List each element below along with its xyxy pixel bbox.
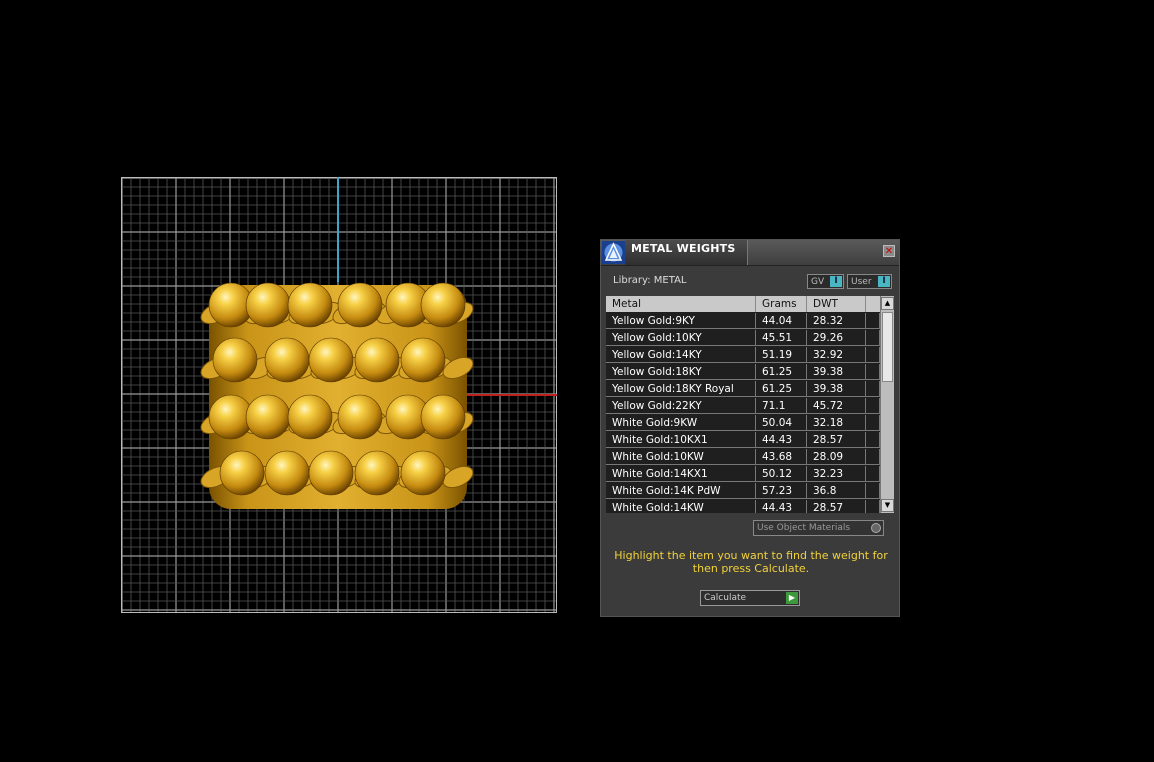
cell-spacer [866, 415, 880, 431]
table-row[interactable]: White Gold:14KX1 50.12 32.23 [606, 466, 880, 482]
cell-dwt: 32.92 [807, 347, 866, 363]
instructions-text: Highlight the item you want to find the … [614, 549, 888, 575]
cell-spacer [866, 364, 880, 380]
cell-dwt: 32.23 [807, 466, 866, 482]
cell-grams: 50.12 [756, 466, 807, 482]
cell-metal: White Gold:9KW [606, 415, 756, 431]
cell-dwt: 28.09 [807, 449, 866, 465]
cell-spacer [866, 449, 880, 465]
column-header-dwt[interactable]: DWT [807, 296, 866, 312]
table-row[interactable]: White Gold:14K PdW 57.23 36.8 [606, 483, 880, 499]
cell-grams: 61.25 [756, 381, 807, 397]
table-row[interactable]: White Gold:14KW 44.43 28.57 [606, 500, 880, 513]
cell-spacer [866, 347, 880, 363]
viewport-canvas[interactable] [121, 177, 557, 613]
play-arrow-icon: ▶ [786, 592, 798, 604]
calculate-label: Calculate [704, 593, 747, 603]
cell-spacer [866, 432, 880, 448]
cell-spacer [866, 500, 880, 513]
gv-label: GV [811, 277, 825, 287]
table-row[interactable]: White Gold:9KW 50.04 32.18 [606, 415, 880, 431]
table-row[interactable]: Yellow Gold:22KY 71.1 45.72 [606, 398, 880, 414]
library-label: Library: METAL [613, 275, 687, 286]
cell-metal: Yellow Gold:18KY Royal [606, 381, 756, 397]
cell-dwt: 28.57 [807, 500, 866, 513]
cell-spacer [866, 483, 880, 499]
gv-toggle[interactable]: GV I [807, 274, 844, 289]
cell-grams: 61.25 [756, 364, 807, 380]
cell-metal: Yellow Gold:10KY [606, 330, 756, 346]
cell-metal: White Gold:10KW [606, 449, 756, 465]
cell-dwt: 39.38 [807, 364, 866, 380]
table-scrollbar[interactable]: ▲ ▼ [880, 296, 894, 513]
cell-dwt: 45.72 [807, 398, 866, 414]
gv-toggle-indicator-icon: I [830, 276, 842, 287]
panel-titlebar[interactable]: METAL WEIGHTS ✕ [601, 240, 899, 266]
table-row[interactable]: Yellow Gold:10KY 45.51 29.26 [606, 330, 880, 346]
cell-metal: White Gold:14KW [606, 500, 756, 513]
cell-grams: 43.68 [756, 449, 807, 465]
scrollbar-thumb[interactable] [882, 312, 893, 382]
cell-dwt: 36.8 [807, 483, 866, 499]
calculate-button[interactable]: Calculate ▶ [700, 590, 800, 606]
scroll-up-icon[interactable]: ▲ [881, 297, 894, 310]
metal-table[interactable]: Metal Grams DWT Yellow Gold:9KY 44.04 28.3… [606, 296, 894, 513]
cell-grams: 44.43 [756, 500, 807, 513]
table-row[interactable]: Yellow Gold:14KY 51.19 32.92 [606, 347, 880, 363]
cell-grams: 71.1 [756, 398, 807, 414]
scroll-down-icon[interactable]: ▼ [881, 499, 894, 512]
app-logo-icon [602, 241, 625, 264]
table-row[interactable]: Yellow Gold:18KY 61.25 39.38 [606, 364, 880, 380]
gold-ring-model-icon[interactable] [198, 282, 477, 509]
column-header-metal[interactable]: Metal [606, 296, 756, 312]
cell-dwt: 29.26 [807, 330, 866, 346]
user-toggle[interactable]: User I [847, 274, 892, 289]
cell-metal: White Gold:10KX1 [606, 432, 756, 448]
use-object-materials-label: Use Object Materials [757, 523, 851, 533]
cell-dwt: 32.18 [807, 415, 866, 431]
cell-grams: 45.51 [756, 330, 807, 346]
column-header-grams[interactable]: Grams [756, 296, 807, 312]
panel-title: METAL WEIGHTS [631, 242, 736, 255]
table-header: Metal Grams DWT [606, 296, 880, 312]
table-row[interactable]: White Gold:10KW 43.68 28.09 [606, 449, 880, 465]
cell-grams: 44.04 [756, 313, 807, 329]
cell-dwt: 28.57 [807, 432, 866, 448]
cell-grams: 50.04 [756, 415, 807, 431]
cell-metal: White Gold:14KX1 [606, 466, 756, 482]
cell-metal: Yellow Gold:14KY [606, 347, 756, 363]
3d-viewport[interactable] [121, 177, 557, 613]
cell-spacer [866, 381, 880, 397]
cell-metal: Yellow Gold:22KY [606, 398, 756, 414]
cell-dwt: 39.38 [807, 381, 866, 397]
cell-spacer [866, 330, 880, 346]
table-row[interactable]: White Gold:10KX1 44.43 28.57 [606, 432, 880, 448]
close-button[interactable]: ✕ [883, 245, 895, 257]
table-row[interactable]: Yellow Gold:9KY 44.04 28.32 [606, 313, 880, 329]
cell-spacer [866, 398, 880, 414]
user-label: User [851, 277, 872, 287]
cell-spacer [866, 466, 880, 482]
cell-dwt: 28.32 [807, 313, 866, 329]
cell-grams: 57.23 [756, 483, 807, 499]
radio-indicator-icon [871, 523, 881, 533]
metal-weights-panel: METAL WEIGHTS ✕ Library: METAL GV I User… [600, 239, 900, 617]
column-header-spacer [866, 296, 880, 312]
cell-grams: 51.19 [756, 347, 807, 363]
cell-metal: Yellow Gold:18KY [606, 364, 756, 380]
use-object-materials-toggle[interactable]: Use Object Materials [753, 520, 884, 536]
table-row[interactable]: Yellow Gold:18KY Royal 61.25 39.38 [606, 381, 880, 397]
user-toggle-indicator-icon: I [878, 276, 890, 287]
cell-spacer [866, 313, 880, 329]
cell-grams: 44.43 [756, 432, 807, 448]
cell-metal: Yellow Gold:9KY [606, 313, 756, 329]
cell-metal: White Gold:14K PdW [606, 483, 756, 499]
